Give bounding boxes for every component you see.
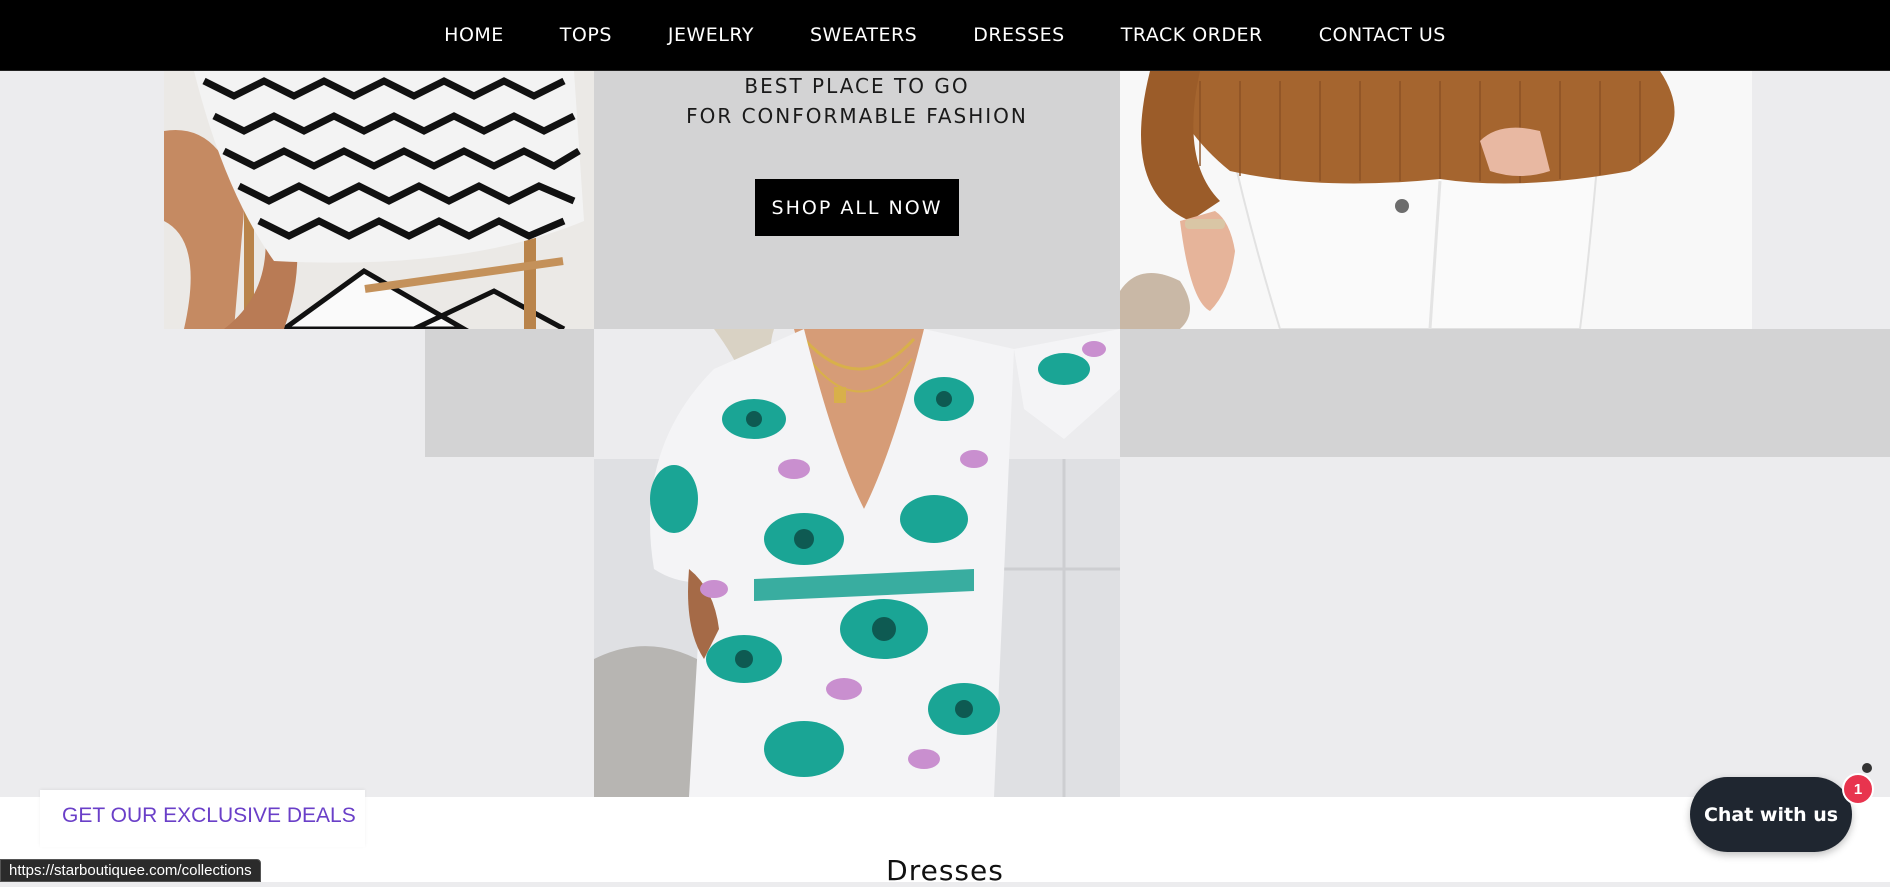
promo-tagline-2: FOR CONFORMABLE FASHION — [686, 104, 1028, 128]
teal-paisley-wrap-dress-photo[interactable] — [594, 329, 1120, 797]
section-title-dresses: Dresses — [886, 854, 1004, 887]
promo-tagline-1: BEST PLACE TO GO — [744, 74, 970, 98]
nav-track-order[interactable]: TRACK ORDER — [1121, 24, 1263, 46]
black-white-pattern-dress-photo[interactable] — [164, 71, 594, 329]
exclusive-deals-banner[interactable]: GET OUR EXCLUSIVE DEALS — [40, 790, 365, 847]
decorative-band-left — [425, 329, 594, 457]
nav-dresses[interactable]: DRESSES — [973, 24, 1065, 46]
shop-all-now-button[interactable]: SHOP ALL NOW — [755, 179, 959, 236]
chat-notification-badge: 1 — [1842, 773, 1874, 805]
top-navigation: HOME TOPS JEWELRY SWEATERS DRESSES TRACK… — [0, 0, 1890, 71]
exclusive-deals-link[interactable]: GET OUR EXCLUSIVE DEALS — [62, 804, 356, 828]
nav-sweaters[interactable]: SWEATERS — [810, 24, 917, 46]
nav-list: HOME TOPS JEWELRY SWEATERS DRESSES TRACK… — [444, 24, 1446, 46]
nav-contact-us[interactable]: CONTACT US — [1319, 24, 1446, 46]
paisley-dress-illustration — [594, 329, 1120, 797]
dress-illustration — [164, 71, 594, 329]
decorative-band-right — [1120, 329, 1890, 457]
promo-panel: BEST PLACE TO GO FOR CONFORMABLE FASHION… — [594, 71, 1120, 329]
chat-with-us-button[interactable]: Chat with us — [1690, 777, 1852, 852]
chat-status-dot — [1862, 763, 1872, 773]
nav-home[interactable]: HOME — [444, 24, 504, 46]
brown-sweater-white-jeans-photo[interactable] — [1120, 71, 1752, 329]
sweater-illustration — [1120, 71, 1752, 329]
browser-status-url: https://starboutiquee.com/collections — [0, 859, 261, 882]
nav-jewelry[interactable]: JEWELRY — [668, 24, 754, 46]
nav-tops[interactable]: TOPS — [560, 24, 612, 46]
